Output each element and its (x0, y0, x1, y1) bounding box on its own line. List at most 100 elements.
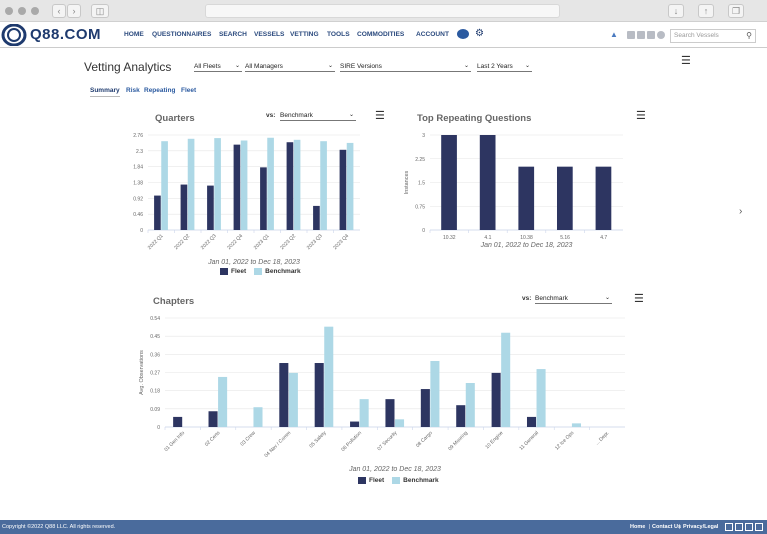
quarters-legend: Fleet Benchmark (220, 268, 301, 275)
bar-fleet (385, 399, 395, 427)
chat-icon[interactable] (457, 29, 469, 39)
nav-vetting[interactable]: VETTING (290, 31, 319, 38)
x-tick-label: 10.32 (443, 235, 456, 241)
nav-tools[interactable]: TOOLS (327, 31, 350, 38)
bar-fleet (173, 416, 183, 427)
fleet-swatch (358, 477, 366, 484)
x-tick-label: 4.1 (484, 235, 491, 241)
repeating-chart: 0 0.75 1.5 2.25 3 Instances 10.32 4.1 10.38 5.16 4… (404, 133, 623, 241)
share-icon[interactable]: ↑ (698, 4, 714, 18)
footer-privacy-link[interactable]: Privacy/Legal (683, 520, 718, 534)
footer-home-link[interactable]: Home (630, 520, 645, 534)
manager-select[interactable]: All Managers ⌄ (245, 62, 335, 72)
legend-benchmark[interactable]: Benchmark (254, 268, 301, 276)
x-tick-label: 05 Safety (308, 430, 328, 450)
x-tick-label: 08 Cargo (415, 430, 434, 449)
y-tick-label: 1.84 (133, 165, 143, 171)
quarters-chart: 00.460.921.381.842.32.76Avg. Observation… (133, 133, 360, 251)
footer-contact-link[interactable]: Contact Us (652, 520, 681, 534)
compare-select-value: Benchmark (280, 112, 313, 119)
repeating-chart-title: Top Repeating Questions (417, 113, 532, 124)
x-tick-label: 11 General (518, 430, 539, 451)
back-button[interactable]: ‹ (52, 4, 66, 18)
q88-logo[interactable]: Q88.COM (0, 24, 120, 46)
x-tick-label: 02 Certs (204, 430, 222, 448)
sidebar-toggle-icon[interactable]: ◫ (91, 4, 109, 18)
chevron-down-icon: ⌄ (604, 295, 610, 301)
maximize-window-icon[interactable] (31, 7, 39, 15)
quarters-compare-select[interactable]: Benchmark ⌄ (280, 111, 356, 121)
footer-instagram-icon[interactable] (755, 523, 763, 531)
bar-benchmark (187, 138, 195, 230)
bar-fleet (491, 372, 501, 427)
nav-home[interactable]: HOME (124, 31, 144, 38)
nav-vessels[interactable]: VESSELS (254, 31, 284, 38)
fleet-select[interactable]: All Fleets ⌄ (194, 62, 242, 72)
legend-benchmark[interactable]: Benchmark (392, 477, 439, 484)
repeating-chart-menu-icon[interactable]: ☰ (636, 111, 646, 122)
bar-benchmark (536, 369, 546, 427)
y-tick-label: 0.54 (150, 316, 160, 322)
nav-account[interactable]: ACCOUNT (416, 31, 449, 38)
y-axis-title: Instances (404, 170, 410, 194)
bar-benchmark (253, 407, 263, 427)
download-icon[interactable]: ↓ (668, 4, 684, 18)
search-icon[interactable]: ⚲ (746, 30, 752, 42)
bar-fleet (279, 363, 289, 427)
footer-facebook-icon[interactable] (725, 523, 733, 531)
legend-benchmark-label: Benchmark (265, 268, 301, 276)
chapters-chart: 0 0.09 0.18 0.27 0.36 0.45 0.54 Avg. Observatio… (139, 316, 625, 459)
footer-linkedin-icon[interactable] (735, 523, 743, 531)
period-select[interactable]: Last 2 Years ⌄ (477, 62, 532, 72)
tabs-icon[interactable]: ❐ (728, 4, 744, 18)
y-tick-label: 0.36 (150, 352, 160, 358)
minimize-window-icon[interactable] (18, 7, 26, 15)
tab-repeating[interactable]: Repeating (144, 87, 175, 94)
linkedin-icon[interactable] (637, 31, 645, 39)
y-tick-label: 0.18 (150, 389, 160, 395)
chapters-compare-select[interactable]: Benchmark ⌄ (535, 294, 612, 304)
logo-mark-icon (1, 24, 27, 46)
bar-benchmark (501, 332, 511, 427)
compare-select-value: Benchmark (535, 295, 568, 302)
twitter-icon[interactable] (647, 31, 655, 39)
x-tick-label: 06 Pollution (340, 430, 363, 453)
tab-risk[interactable]: Risk (126, 87, 140, 94)
facebook-icon[interactable] (627, 31, 635, 39)
bell-icon[interactable]: ▲ (610, 30, 618, 39)
bar-benchmark (267, 137, 274, 230)
close-window-icon[interactable] (5, 7, 13, 15)
chapters-chart-subtitle: Jan 01, 2022 to Dec 18, 2023 (349, 466, 441, 473)
bar-benchmark (430, 360, 440, 427)
x-tick-label: 2023 Q4 (332, 233, 350, 251)
tab-fleet[interactable]: Fleet (181, 87, 196, 94)
footer-twitter-icon[interactable] (745, 523, 753, 531)
instagram-icon[interactable] (657, 31, 665, 39)
forward-button[interactable]: › (67, 4, 81, 18)
nav-commodities[interactable]: COMMODITIES (357, 31, 404, 38)
quarters-chart-menu-icon[interactable]: ☰ (375, 111, 385, 122)
search-vessels-input[interactable]: Search Vessels ⚲ (670, 29, 756, 43)
bar-benchmark (218, 376, 228, 427)
legend-fleet[interactable]: Fleet (220, 268, 246, 275)
x-tick-label: 10.38 (520, 235, 533, 241)
chapters-legend: Fleet Benchmark (358, 477, 439, 484)
address-bar[interactable] (205, 4, 560, 18)
bar-benchmark (240, 140, 248, 230)
chapters-chart-menu-icon[interactable]: ☰ (634, 294, 644, 305)
y-tick-label: 1.38 (133, 181, 143, 187)
gear-icon[interactable]: ⚙ (475, 28, 484, 39)
logo-text: Q88.COM (30, 26, 102, 43)
x-tick-label: 5.16 (560, 235, 570, 241)
page-menu-icon[interactable]: ☰ (681, 56, 691, 67)
nav-questionnaires[interactable]: QUESTIONNAIRES (152, 31, 211, 38)
x-tick-label: 4.7 (600, 235, 607, 241)
bar-fleet (456, 405, 466, 427)
nav-search[interactable]: SEARCH (219, 31, 247, 38)
legend-fleet[interactable]: Fleet (358, 477, 384, 484)
tab-summary[interactable]: Summary (90, 87, 120, 97)
version-select[interactable]: SIRE Versions ⌄ (340, 62, 471, 72)
y-tick-label: 0 (140, 228, 143, 234)
x-tick-label: 2023 Q2 (279, 233, 297, 251)
browser-toolbar: ‹ › ◫ ↓ ↑ ❐ (0, 0, 767, 22)
